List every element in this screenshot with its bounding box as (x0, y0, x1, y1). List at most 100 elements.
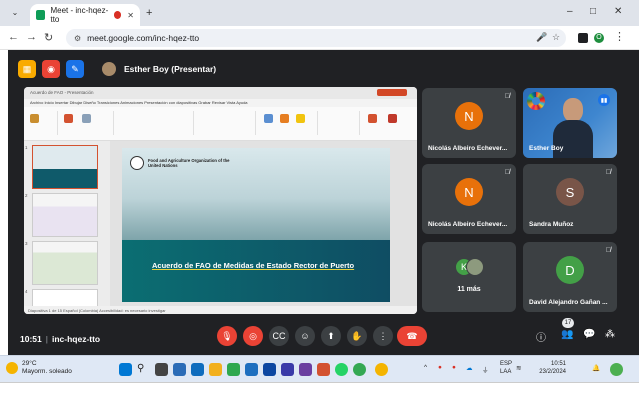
participant-tile[interactable]: 🎙̸ S Sandra Muñoz (523, 164, 617, 234)
slide-canvas: Food and Agriculture Organization of the… (110, 141, 417, 306)
more-avatars: K (455, 258, 485, 278)
chat-icon[interactable]: 💬 (583, 329, 595, 340)
tab-search-icon[interactable]: ⌄ (8, 8, 22, 20)
notifications-icon[interactable]: 🔔 (592, 364, 600, 372)
shapes-icon (264, 114, 273, 123)
chrome-icon[interactable] (353, 363, 366, 376)
file-explorer-icon[interactable] (209, 363, 222, 376)
participant-tile[interactable]: 🎙̸ N Nicolás Albeiro Echever... (422, 88, 516, 158)
back-icon[interactable]: ← (8, 31, 19, 43)
maximize-button[interactable]: □ (590, 6, 596, 17)
ribbon-group-drawing (258, 111, 318, 135)
muted-mic-icon: 🎙̸ (605, 247, 611, 254)
reload-icon[interactable]: ↻ (44, 31, 53, 44)
emoji-button[interactable]: ☺ (295, 326, 315, 346)
tray-chevron-icon[interactable]: ^ (424, 364, 427, 371)
tray-app-icon[interactable]: ● (438, 364, 442, 371)
participant-name: Esther Boy (529, 145, 564, 152)
browser-menu-icon[interactable]: ⋮ (614, 30, 625, 43)
stop-presenting-icon[interactable]: ◉ (42, 60, 60, 78)
ribbon-group-slides (60, 111, 114, 135)
fao-logo-icon (130, 156, 144, 170)
slide-thumbnail[interactable] (32, 145, 98, 189)
ribbon-group-editing (320, 111, 360, 135)
store-icon[interactable] (191, 363, 204, 376)
close-window-button[interactable]: ✕ (614, 6, 622, 17)
browser-tab-meet[interactable]: Meet - inc-hqez-tto ✕ (30, 4, 140, 26)
activities-icon[interactable]: ⁂ (605, 329, 615, 340)
tray-app-icon[interactable]: ● (452, 364, 456, 371)
search-icon[interactable]: ⚲ (137, 363, 150, 376)
copilot-icon[interactable] (610, 363, 623, 376)
language-indicator[interactable]: ESP LAA (500, 360, 512, 376)
more-participants-tile[interactable]: K 11 más (422, 242, 516, 312)
wifi-icon[interactable]: ≋ (516, 364, 521, 372)
captions-button[interactable]: CC (269, 326, 289, 346)
meet-favicon-icon (36, 10, 46, 20)
windows-start-icon[interactable] (119, 363, 132, 376)
sun-icon (6, 362, 18, 374)
tab-title: Meet - inc-hqez-tto (50, 6, 109, 24)
bookmark-star-icon[interactable]: ☆ (552, 32, 560, 43)
participant-tile[interactable]: 🎙̸ N Nicolás Albeiro Echever... (422, 164, 516, 234)
windows-taskbar: 29°C Mayorm. soleado ⚲ ^ ● ● ☁ ⏚ ESP LAA… (0, 355, 639, 382)
weather-widget[interactable]: 29°C Mayorm. soleado (6, 360, 72, 376)
meet-app-icon[interactable] (173, 363, 186, 376)
edit-icon[interactable]: ✎ (66, 60, 84, 78)
teams-icon[interactable] (281, 363, 294, 376)
paste-icon (30, 114, 39, 123)
slide-title: Acuerdo de FAO de Medidas de Estado Rect… (152, 261, 355, 270)
shared-screen: Acuerdo de FAO - Presentación Archivo In… (24, 87, 417, 314)
site-info-icon[interactable]: ⚙ (74, 34, 81, 43)
participant-count-badge: 17 (562, 318, 574, 328)
address-bar-row: ← → ↻ ⚙ meet.google.com/inc-hqez-tto 🎤 ☆… (0, 26, 639, 50)
slide-thumbnail[interactable] (32, 193, 98, 237)
new-tab-button[interactable]: + (146, 7, 152, 19)
task-view-icon[interactable] (155, 363, 168, 376)
tab-close-icon[interactable]: ✕ (127, 11, 134, 20)
mic-off-button[interactable]: 🎙 (217, 326, 237, 346)
whatsapp-icon[interactable] (335, 363, 348, 376)
avatar: N (455, 178, 483, 206)
avatar: N (455, 102, 483, 130)
clock-date: 23/2/2024 (539, 369, 566, 375)
app-icon[interactable] (299, 363, 312, 376)
cloud-icon[interactable]: ☁ (466, 364, 473, 372)
url-input[interactable]: ⚙ meet.google.com/inc-hqez-tto 🎤 ☆ (66, 29, 566, 47)
profile-avatar[interactable]: O (594, 33, 604, 43)
minimize-button[interactable]: – (567, 6, 573, 17)
raise-hand-button[interactable]: ✋ (347, 326, 367, 346)
edge-icon[interactable] (227, 363, 240, 376)
extension-icon[interactable] (578, 33, 588, 43)
meeting-code: inc-hqez-tto (51, 334, 101, 344)
slide-thumbnail[interactable] (32, 241, 98, 285)
layout-icon[interactable]: ▦ (18, 60, 36, 78)
word-icon[interactable] (245, 363, 258, 376)
usb-icon[interactable]: ⏚ (482, 364, 489, 374)
outlook-icon[interactable] (263, 363, 276, 376)
speaking-indicator-icon: ▮▮ (598, 94, 610, 106)
bottom-strip (0, 382, 639, 397)
camera-off-button[interactable]: ◎ (243, 326, 263, 346)
info-icon[interactable]: ⓘ (536, 329, 546, 344)
quick-styles-icon (296, 114, 305, 123)
browser-tab-bar: ⌄ Meet - inc-hqez-tto ✕ + – □ ✕ (0, 0, 639, 26)
screen: ⌄ Meet - inc-hqez-tto ✕ + – □ ✕ ← → ↻ ⚙ … (0, 0, 639, 397)
participant-tile-speaker[interactable]: ▮▮ Esther Boy (523, 88, 617, 158)
participant-tile[interactable]: 🎙̸ D David Alejandro Gañan ... (523, 242, 617, 312)
ppt-status-bar: Diapositiva 1 de 15 Español (Colombia) A… (24, 306, 417, 314)
chrome-profile-icon[interactable] (375, 363, 388, 376)
new-slide-icon (64, 114, 73, 123)
people-icon[interactable]: 👥 (561, 329, 573, 340)
clock[interactable]: 10:51 23/2/2024 (532, 360, 566, 376)
leave-call-button[interactable]: ☎ (397, 326, 427, 346)
present-button[interactable]: ⬆ (321, 326, 341, 346)
slide-thumbnails: 1 2 3 4 (24, 141, 110, 314)
fao-org-name: Food and Agriculture Organization of the… (148, 158, 230, 168)
microphone-icon[interactable]: 🎤 (536, 32, 547, 43)
more-options-button[interactable]: ⋮ (373, 326, 393, 346)
forward-icon[interactable]: → (26, 31, 37, 43)
recording-dot-icon (113, 11, 122, 19)
powerpoint-icon[interactable] (317, 363, 330, 376)
participant-name: David Alejandro Gañan ... (529, 299, 608, 306)
